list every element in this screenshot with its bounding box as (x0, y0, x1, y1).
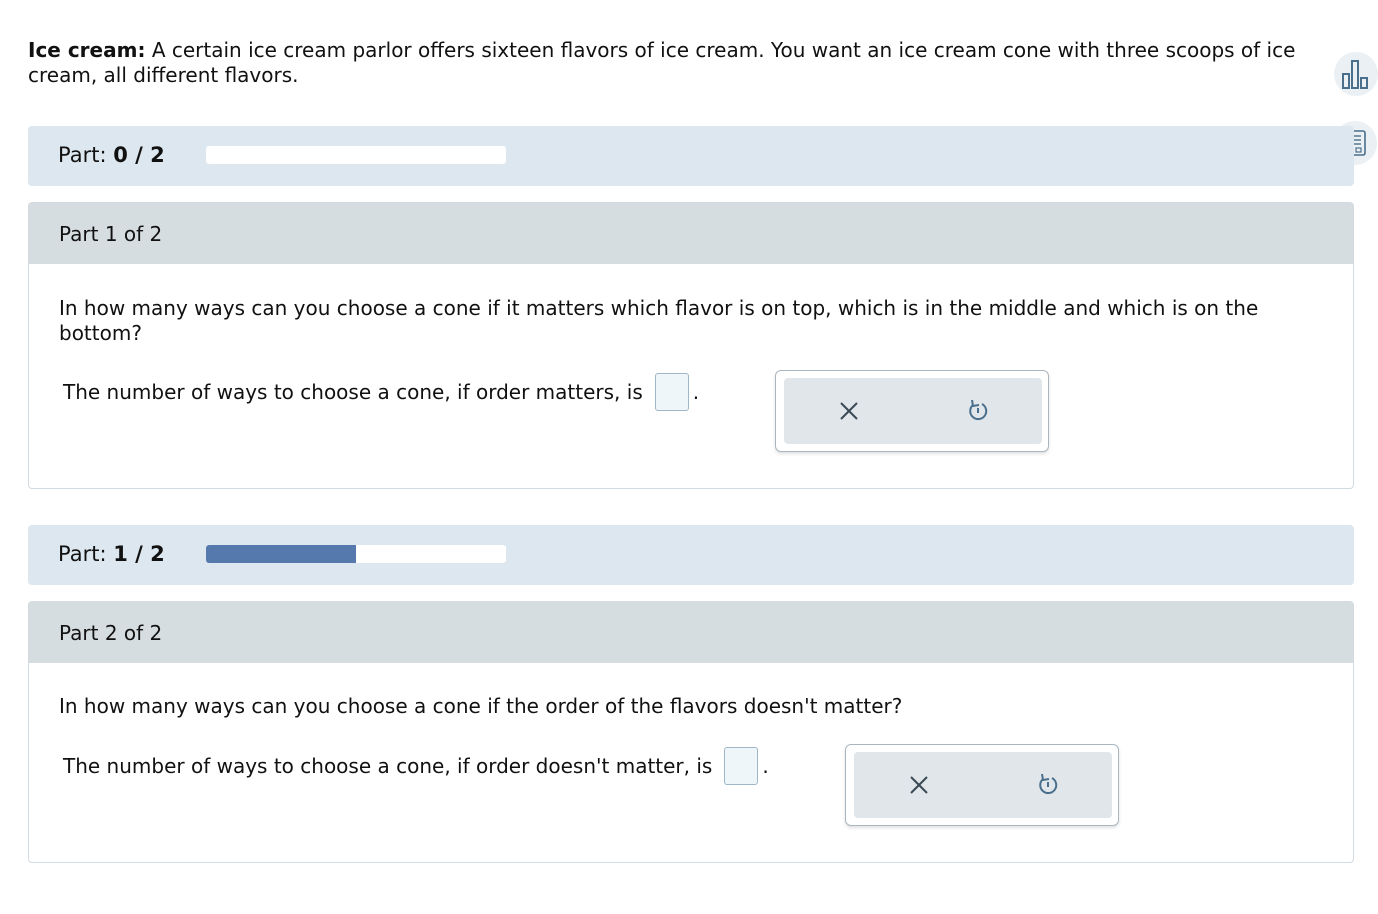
part-2-clear-button[interactable] (904, 770, 934, 800)
progress-label: Part: 1 / 2 (58, 542, 165, 566)
part-2-header: Part 2 of 2 (29, 602, 1353, 663)
problem-text: A certain ice cream parlor offers sixtee… (28, 38, 1296, 87)
part-1-clear-button[interactable] (834, 396, 864, 426)
part-2-header-label: Part 2 of 2 (59, 621, 163, 645)
part-2-answer-prefix: The number of ways to choose a cone, if … (63, 754, 713, 778)
part-1-tool-panel (775, 370, 1049, 452)
close-icon (910, 776, 928, 794)
page: Ice cream: A certain ice cream parlor of… (0, 0, 1378, 914)
part-1-tool-bar (784, 378, 1042, 444)
part-2-tool-bar (854, 752, 1112, 818)
part-2-question: In how many ways can you choose a cone i… (59, 694, 903, 718)
part-1-question: In how many ways can you choose a cone i… (59, 296, 1259, 345)
undo-icon (1039, 773, 1058, 795)
problem-title: Ice cream: (28, 38, 146, 62)
progress-value: 1 / 2 (113, 542, 165, 566)
progress-bar-2: Part: 1 / 2 (28, 525, 1354, 585)
progress-track (206, 146, 506, 164)
progress-label: Part: 0 / 2 (58, 143, 165, 167)
problem-statement: Ice cream: A certain ice cream parlor of… (28, 38, 1328, 88)
part-2-answer-line: The number of ways to choose a cone, if … (63, 747, 769, 785)
part-1-undo-button[interactable] (963, 396, 993, 426)
part-2-undo-button[interactable] (1033, 770, 1063, 800)
part-1-answer-suffix: . (692, 380, 700, 404)
part-1-answer-line: The number of ways to choose a cone, if … (63, 373, 699, 411)
part-2-answer-suffix: . (762, 754, 769, 778)
part-1-card: Part 1 of 2 In how many ways can you cho… (28, 202, 1354, 489)
bar-chart-icon (1342, 60, 1368, 89)
part-1-answer-prefix: The number of ways to choose a cone, if … (63, 380, 643, 404)
progress-value: 0 / 2 (113, 143, 165, 167)
part-2-tool-panel (845, 744, 1119, 826)
part-2-answer-input[interactable] (724, 747, 759, 785)
undo-icon (969, 399, 988, 421)
part-1-header-label: Part 1 of 2 (59, 222, 163, 246)
progress-bar-1: Part: 0 / 2 (28, 126, 1354, 186)
part-1-answer-input[interactable] (654, 373, 689, 411)
data-button[interactable] (1334, 52, 1378, 96)
progress-fill (206, 545, 356, 563)
progress-track (206, 545, 506, 563)
close-icon (840, 402, 858, 420)
part-1-header: Part 1 of 2 (29, 203, 1353, 264)
part-2-card: Part 2 of 2 In how many ways can you cho… (28, 601, 1354, 863)
progress-label-text: Part: (58, 143, 107, 167)
progress-label-text: Part: (58, 542, 107, 566)
